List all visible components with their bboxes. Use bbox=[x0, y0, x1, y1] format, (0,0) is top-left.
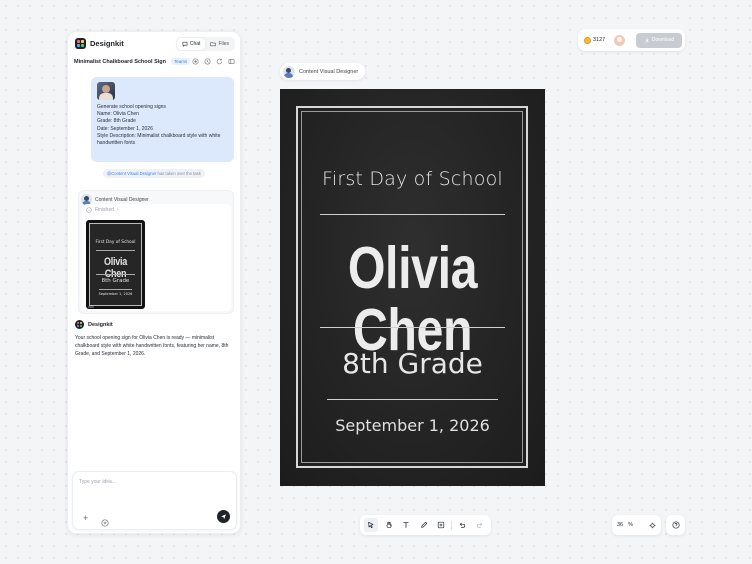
thumb-grade: 8th Grade bbox=[101, 278, 130, 284]
handoff-text: has taken over the task bbox=[156, 171, 201, 176]
agent-result: Finished › First Day of School Olivia Ch… bbox=[82, 204, 231, 311]
prompt-input[interactable] bbox=[79, 479, 229, 485]
divider bbox=[320, 327, 505, 329]
thumb-name: Olivia Chen bbox=[103, 256, 128, 280]
user-avatar[interactable] bbox=[614, 34, 626, 46]
redo-button[interactable] bbox=[473, 518, 487, 532]
plus-icon: + bbox=[83, 513, 89, 523]
hand-icon bbox=[386, 521, 392, 528]
thumb-title: First Day of School bbox=[95, 240, 136, 245]
msg-line: Generate school opening signs bbox=[97, 104, 166, 110]
msg-line: Grade: 8th Grade bbox=[97, 118, 136, 125]
reference-photo[interactable] bbox=[97, 82, 115, 100]
undo-button[interactable] bbox=[455, 518, 469, 532]
hand-tool[interactable] bbox=[381, 518, 395, 532]
zoom-control[interactable]: 36 % bbox=[612, 515, 661, 535]
add-attachment-button[interactable]: + bbox=[83, 514, 88, 523]
credits-count: 3127 bbox=[593, 37, 606, 43]
brand-name: Designkit bbox=[90, 39, 124, 48]
redo-icon bbox=[476, 522, 483, 528]
msg-line: Style Description: Minimalist chalkboard… bbox=[97, 132, 221, 147]
teams-badge: Teams bbox=[170, 58, 191, 65]
msg-line: Date: September 1, 2026 bbox=[97, 125, 153, 132]
history-button[interactable] bbox=[204, 58, 211, 65]
tab-chat[interactable]: Chat bbox=[176, 38, 206, 50]
insert-tool[interactable] bbox=[434, 518, 448, 532]
refresh-button[interactable] bbox=[216, 58, 223, 65]
finished-status[interactable]: Finished › bbox=[86, 207, 119, 213]
help-button[interactable] bbox=[666, 515, 685, 535]
select-tool[interactable] bbox=[364, 518, 379, 532]
send-icon bbox=[221, 514, 226, 520]
user-message: Generate school opening signs Name: Oliv… bbox=[91, 77, 234, 162]
thumb-date: September 1, 2026 bbox=[98, 292, 133, 296]
agent-avatar bbox=[283, 65, 295, 78]
toolbar-divider bbox=[451, 520, 453, 530]
cursor-icon bbox=[368, 521, 374, 529]
layout-button[interactable] bbox=[228, 58, 235, 65]
sign-title: First Day of School bbox=[322, 168, 503, 190]
add-chat-button[interactable] bbox=[192, 58, 199, 65]
pen-tool[interactable] bbox=[416, 518, 430, 532]
thumbnail-tag bbox=[88, 306, 94, 308]
designkit-logo-icon bbox=[75, 320, 84, 329]
add-chat-icon bbox=[192, 58, 199, 65]
fit-screen-icon[interactable] bbox=[649, 522, 656, 529]
sidebar-layout-icon bbox=[228, 58, 235, 65]
chat-icon bbox=[182, 41, 188, 47]
brand: Designkit bbox=[75, 38, 124, 49]
pen-icon bbox=[420, 521, 427, 528]
sign-date: September 1, 2026 bbox=[335, 416, 490, 435]
send-button[interactable] bbox=[217, 510, 230, 523]
canvas-toolbar bbox=[360, 515, 491, 535]
top-bar: 3127 Download bbox=[578, 29, 685, 51]
handoff-notice: @Content Visual Designer has taken over … bbox=[103, 169, 205, 178]
sign-student-name: Olivia Chen bbox=[347, 235, 478, 363]
sparkle-circle-icon bbox=[101, 519, 109, 527]
msg-line: Name: Olivia Chen bbox=[97, 111, 139, 118]
panel-tabs: Chat Files bbox=[175, 37, 235, 51]
download-button[interactable]: Download bbox=[636, 32, 682, 48]
text-icon bbox=[403, 522, 409, 528]
finished-label: Finished bbox=[95, 207, 114, 213]
agent-card: Content Visual Designer Finished › First… bbox=[78, 190, 234, 314]
folder-icon bbox=[210, 42, 217, 47]
project-title[interactable]: Minimalist Chalkboard School Sign bbox=[74, 59, 166, 65]
chevron-right-icon: › bbox=[116, 207, 119, 213]
sign-grade: 8th Grade bbox=[342, 347, 483, 380]
coin-icon bbox=[584, 36, 591, 44]
tab-chat-label: Chat bbox=[189, 41, 201, 47]
user-message-text: Generate school opening signs Name: Oliv… bbox=[97, 104, 228, 147]
project-header: Minimalist Chalkboard School Sign Teams bbox=[74, 58, 235, 65]
frame-label-text: Content Visual Designer bbox=[299, 68, 359, 75]
tab-files[interactable]: Files bbox=[205, 38, 234, 50]
undo-icon bbox=[460, 522, 466, 528]
text-tool[interactable] bbox=[399, 518, 413, 532]
handoff-agent: @Content Visual Designer bbox=[107, 171, 157, 176]
download-label: Download bbox=[651, 37, 675, 43]
settings-button[interactable] bbox=[101, 514, 109, 527]
sign-thumbnail[interactable]: First Day of School Olivia Chen 8th Grad… bbox=[86, 220, 145, 309]
assistant-reply-header: Designkit bbox=[75, 320, 113, 329]
tab-files-label: Files bbox=[218, 41, 229, 47]
assistant-name: Designkit bbox=[88, 321, 113, 328]
designkit-logo-icon bbox=[75, 38, 86, 49]
assistant-reply-text: Your school opening sign for Olivia Chen… bbox=[75, 335, 229, 357]
zoom-unit: % bbox=[628, 522, 634, 528]
info-icon bbox=[86, 207, 92, 213]
credits[interactable]: 3127 bbox=[584, 36, 606, 44]
history-icon bbox=[204, 58, 211, 65]
zoom-value: 36 bbox=[617, 522, 624, 528]
refresh-icon bbox=[216, 58, 223, 65]
divider bbox=[320, 214, 505, 216]
add-square-icon bbox=[437, 521, 445, 529]
chat-panel: Designkit Chat Files Minimalist Chalkboa… bbox=[67, 31, 241, 534]
divider bbox=[327, 399, 498, 401]
chalkboard-sign[interactable]: First Day of School Olivia Chen 8th Grad… bbox=[280, 89, 545, 486]
prompt-box: + bbox=[72, 471, 237, 530]
help-icon bbox=[671, 521, 680, 529]
agent-name: Content Visual Designer bbox=[95, 196, 149, 203]
download-icon bbox=[645, 37, 649, 43]
frame-label[interactable]: Content Visual Designer bbox=[280, 63, 366, 80]
